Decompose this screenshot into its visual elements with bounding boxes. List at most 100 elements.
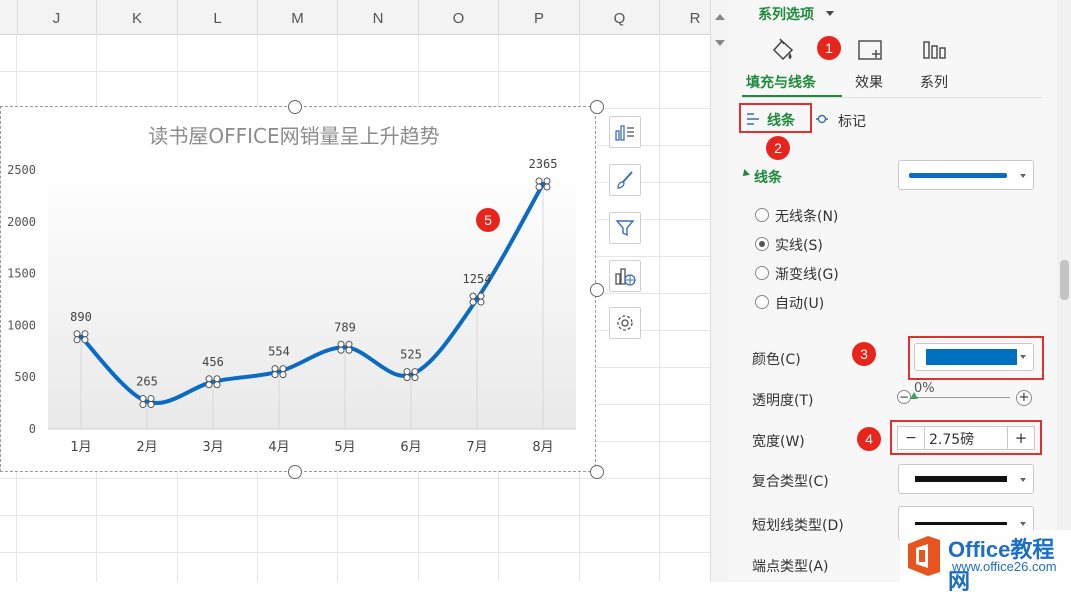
annotation-badge-1: 1 bbox=[817, 36, 841, 60]
radio-automatic-label[interactable]: 自动(U) bbox=[775, 293, 824, 313]
annotation-badge-2: 2 bbox=[766, 136, 790, 160]
fill-and-line-icon[interactable] bbox=[770, 36, 798, 64]
width-increase-button[interactable]: + bbox=[1007, 427, 1034, 449]
scroll-up-icon[interactable] bbox=[715, 14, 725, 20]
chart-filter-button[interactable] bbox=[609, 212, 641, 244]
panel-header-title[interactable]: 系列选项 bbox=[758, 4, 814, 24]
radio-solid-line-label[interactable]: 实线(S) bbox=[775, 235, 823, 255]
data-label: 554 bbox=[268, 345, 290, 359]
width-stepper[interactable]: − 2.75磅 + bbox=[897, 426, 1035, 450]
y-tick-label: 0 bbox=[29, 422, 36, 436]
data-label: 2365 bbox=[529, 157, 558, 171]
column-header-q[interactable]: Q bbox=[580, 0, 660, 34]
subtab-marker[interactable]: 标记 bbox=[838, 111, 866, 131]
color-swatch bbox=[926, 349, 1017, 365]
marker-handle bbox=[535, 177, 543, 185]
grid-hline bbox=[0, 71, 710, 72]
line-chart[interactable]: 读书屋OFFICE网销量呈上升趋势 0 500 1000 1500 2000 2500 1… bbox=[0, 106, 596, 472]
y-tick-label: 1500 bbox=[7, 267, 36, 281]
chart-title[interactable]: 读书屋OFFICE网销量呈上升趋势 bbox=[148, 124, 439, 148]
marker-handle bbox=[403, 374, 411, 382]
transparency-label: 透明度(T) bbox=[752, 393, 814, 409]
panel-scrollbar-thumb[interactable] bbox=[1060, 260, 1069, 300]
section-title-line[interactable]: 线条 bbox=[754, 167, 782, 187]
series-options-icon[interactable] bbox=[921, 38, 949, 62]
office-logo-icon bbox=[908, 536, 940, 576]
marker-handle bbox=[477, 298, 485, 306]
x-tick-label: 4月 bbox=[268, 440, 289, 455]
data-label: 525 bbox=[400, 348, 422, 362]
marker-handle bbox=[543, 183, 551, 191]
radio-no-line-label[interactable]: 无线条(N) bbox=[775, 206, 838, 226]
chart-settings-button[interactable] bbox=[609, 307, 641, 339]
column-header-r[interactable]: R bbox=[660, 0, 710, 34]
format-series-panel: 系列选项 1 填充与线条 效果 系列 线条 标记 2 线条 无线条(N) 实线(… bbox=[728, 0, 1071, 582]
chevron-down-icon bbox=[1020, 478, 1026, 482]
width-value-input[interactable]: 2.75磅 bbox=[929, 429, 974, 449]
chart-elements-button[interactable] bbox=[609, 116, 641, 148]
data-label: 789 bbox=[334, 320, 356, 334]
chevron-down-icon[interactable] bbox=[826, 11, 834, 16]
radio-gradient-line-label[interactable]: 渐变线(G) bbox=[775, 264, 839, 284]
compound-type-label: 复合类型(C) bbox=[752, 474, 829, 490]
marker-handle bbox=[469, 298, 477, 306]
transparency-increase-button[interactable]: + bbox=[1016, 390, 1032, 406]
column-header-l[interactable]: L bbox=[178, 0, 258, 34]
width-decrease-button[interactable]: − bbox=[898, 427, 925, 449]
chart-elements-icon bbox=[615, 125, 634, 141]
radio-automatic[interactable] bbox=[755, 295, 769, 309]
marker-handle bbox=[469, 292, 477, 300]
x-tick-label: 3月 bbox=[202, 440, 223, 455]
column-header-p[interactable]: P bbox=[499, 0, 580, 34]
x-tick-label: 6月 bbox=[400, 440, 421, 455]
resize-handle-bottom[interactable] bbox=[288, 465, 302, 479]
tab-effects[interactable]: 效果 bbox=[855, 72, 883, 92]
marker-handle bbox=[279, 371, 287, 379]
compound-type-dropdown[interactable] bbox=[898, 464, 1034, 494]
chart-styles-icon bbox=[617, 171, 633, 189]
marker-handle bbox=[147, 395, 155, 403]
x-tick-label: 5月 bbox=[334, 440, 355, 455]
transparency-decrease-button[interactable]: − bbox=[897, 390, 911, 404]
y-tick-label: 2500 bbox=[7, 163, 36, 177]
column-header-j[interactable]: J bbox=[17, 0, 97, 34]
line-preset-dropdown[interactable] bbox=[898, 160, 1034, 190]
marker-handle bbox=[337, 340, 345, 348]
radio-gradient-line[interactable] bbox=[755, 266, 769, 280]
resize-handle-top-right[interactable] bbox=[590, 100, 604, 114]
radio-no-line[interactable] bbox=[755, 208, 769, 222]
dash-type-label: 短划线类型(D) bbox=[752, 518, 844, 534]
column-header-k[interactable]: K bbox=[97, 0, 178, 34]
chart-styles-button[interactable] bbox=[609, 164, 641, 196]
column-header-n[interactable]: N bbox=[338, 0, 419, 34]
marker-handle bbox=[535, 183, 543, 191]
panel-scrollbar[interactable] bbox=[1057, 0, 1071, 582]
tab-fill-and-line[interactable]: 填充与线条 bbox=[746, 72, 816, 92]
transparency-slider-thumb[interactable] bbox=[910, 392, 918, 399]
column-header-partial[interactable] bbox=[0, 0, 18, 34]
x-tick-label: 2月 bbox=[136, 440, 157, 455]
resize-handle-top[interactable] bbox=[288, 100, 302, 114]
y-tick-label: 1000 bbox=[7, 318, 36, 332]
chevron-down-icon bbox=[1020, 355, 1026, 359]
column-header-o[interactable]: O bbox=[419, 0, 499, 34]
data-label: 1254 bbox=[463, 272, 492, 286]
effects-icon[interactable] bbox=[857, 38, 885, 64]
resize-handle-right[interactable] bbox=[590, 283, 604, 297]
sheet-vertical-scrollbar[interactable] bbox=[710, 0, 729, 582]
chart-type-button[interactable] bbox=[609, 260, 641, 292]
marker-handle bbox=[213, 381, 221, 389]
color-picker-dropdown[interactable] bbox=[914, 343, 1034, 371]
resize-handle-bottom-right[interactable] bbox=[590, 465, 604, 479]
marker-handle bbox=[81, 330, 89, 338]
tab-series[interactable]: 系列 bbox=[920, 72, 948, 92]
column-header-m[interactable]: M bbox=[258, 0, 338, 34]
chart-canvas: 读书屋OFFICE网销量呈上升趋势 0 500 1000 1500 2000 2500 1… bbox=[7, 124, 576, 455]
radio-solid-line[interactable] bbox=[755, 237, 769, 251]
scroll-down-icon[interactable] bbox=[715, 40, 725, 46]
subtab-line[interactable]: 线条 bbox=[767, 110, 795, 130]
collapse-triangle-icon[interactable] bbox=[740, 169, 750, 179]
data-label: 456 bbox=[202, 355, 224, 369]
spreadsheet-grid[interactable]: J K L M N O P Q R 读书屋OFFICE网销量呈上升趋势 0 500… bbox=[0, 0, 710, 582]
transparency-slider-track[interactable] bbox=[914, 397, 1010, 398]
